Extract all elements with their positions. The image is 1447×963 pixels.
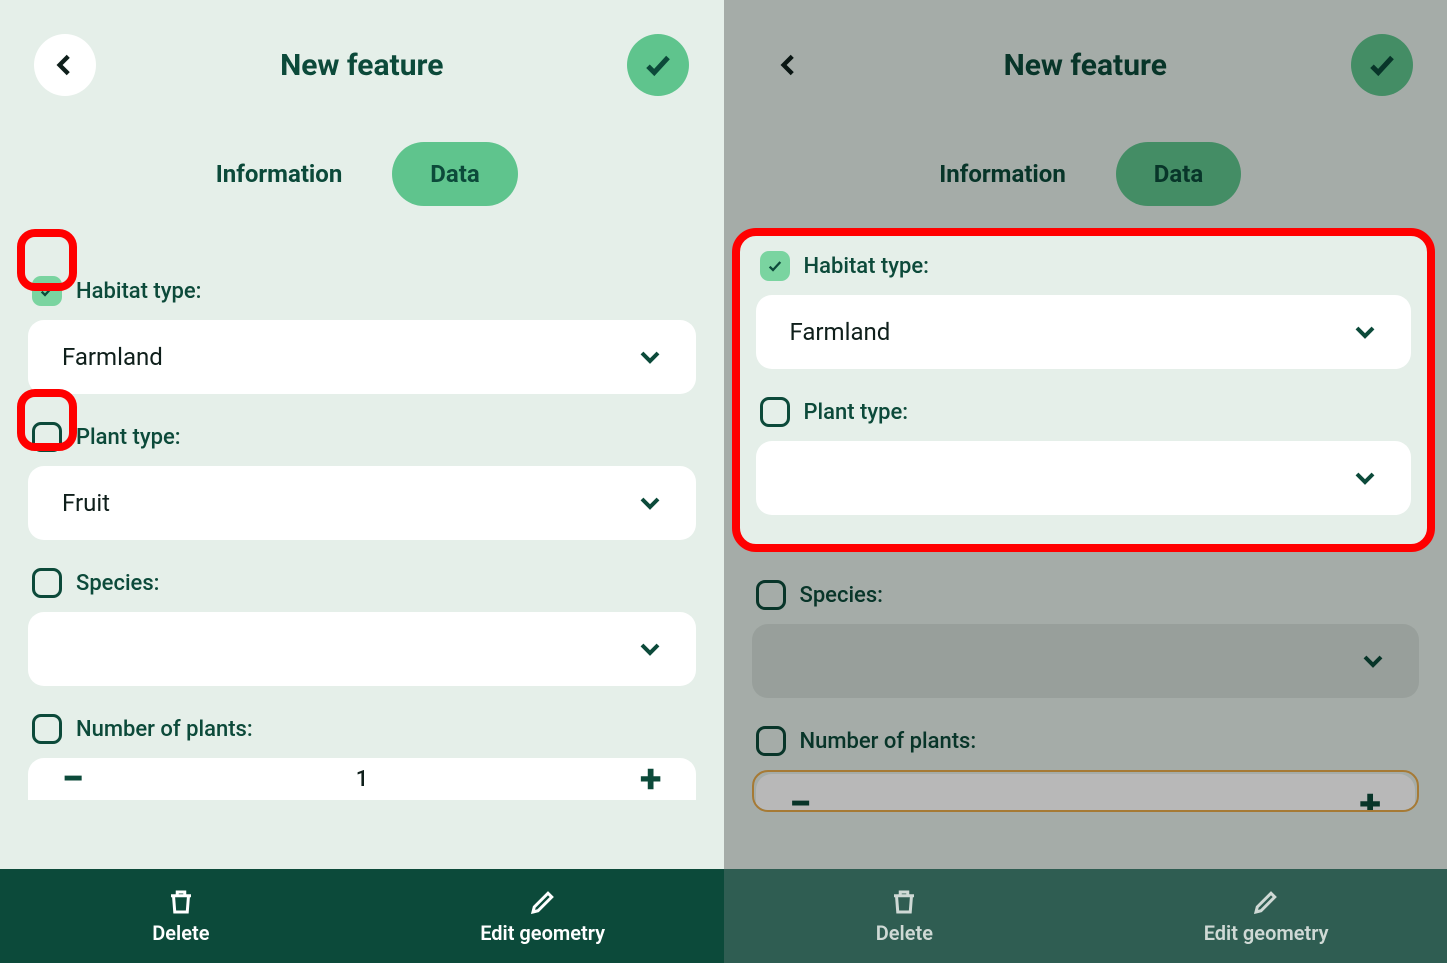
field-habitat-header: Habitat type: xyxy=(760,251,1412,281)
tab-information[interactable]: Information xyxy=(206,160,353,188)
habitat-value: Farmland xyxy=(62,343,163,371)
count-checkbox[interactable] xyxy=(756,726,786,756)
form: Habitat type: Farmland Plant type: Fruit… xyxy=(0,246,724,800)
plant-checkbox[interactable] xyxy=(32,422,62,452)
count-label: Number of plants: xyxy=(76,717,253,742)
plant-label: Plant type: xyxy=(804,400,909,425)
screenshot-right: New feature Information Data Species: Nu… xyxy=(724,0,1447,963)
habitat-label: Habitat type: xyxy=(804,254,929,279)
count-stepper: − 1 + xyxy=(28,758,696,800)
field-count-header: Number of plants: xyxy=(32,714,696,744)
bottom-bar: Delete Edit geometry xyxy=(724,869,1447,963)
habitat-select[interactable]: Farmland xyxy=(756,295,1412,369)
tab-data[interactable]: Data xyxy=(392,142,517,206)
edit-geometry-label: Edit geometry xyxy=(1204,921,1329,945)
chevron-down-icon xyxy=(638,345,662,369)
edit-geometry-button[interactable]: Edit geometry xyxy=(1085,869,1447,963)
chevron-down-icon xyxy=(1361,649,1385,673)
field-plant-header: Plant type: xyxy=(32,422,696,452)
field-species-header: Species: xyxy=(756,580,1420,610)
habitat-checkbox[interactable] xyxy=(32,276,62,306)
count-stepper: − + xyxy=(756,774,1416,812)
tabs: Information Data xyxy=(724,142,1447,206)
species-select[interactable] xyxy=(28,612,696,686)
check-icon xyxy=(1367,50,1397,80)
species-label: Species: xyxy=(76,571,159,596)
trash-icon xyxy=(889,887,919,917)
check-icon xyxy=(767,258,783,274)
header: New feature xyxy=(0,0,724,96)
trash-icon xyxy=(166,887,196,917)
chevron-down-icon xyxy=(1353,466,1377,490)
stepper-minus[interactable]: − xyxy=(62,759,84,799)
species-label: Species: xyxy=(800,583,883,608)
header: New feature xyxy=(724,0,1447,96)
tab-data[interactable]: Data xyxy=(1116,142,1241,206)
back-button[interactable] xyxy=(758,34,820,96)
delete-label: Delete xyxy=(152,921,209,945)
tabs: Information Data xyxy=(0,142,724,206)
field-species-header: Species: xyxy=(32,568,696,598)
plant-select[interactable] xyxy=(756,441,1412,515)
chevron-left-icon xyxy=(52,52,78,78)
back-button[interactable] xyxy=(34,34,96,96)
field-count-header: Number of plants: xyxy=(756,726,1420,756)
check-icon xyxy=(39,283,55,299)
page-title: New feature xyxy=(1004,48,1167,83)
chevron-down-icon xyxy=(1353,320,1377,344)
plant-checkbox[interactable] xyxy=(760,397,790,427)
chevron-down-icon xyxy=(638,637,662,661)
field-habitat-header: Habitat type: xyxy=(32,276,696,306)
check-icon xyxy=(643,50,673,80)
species-select[interactable] xyxy=(752,624,1420,698)
edit-geometry-label: Edit geometry xyxy=(480,921,605,945)
delete-button[interactable]: Delete xyxy=(0,869,362,963)
stepper-plus[interactable]: + xyxy=(1359,784,1381,812)
habitat-value: Farmland xyxy=(790,318,891,346)
habitat-checkbox[interactable] xyxy=(760,251,790,281)
pencil-icon xyxy=(1251,887,1281,917)
count-stepper-wrap: − + xyxy=(752,770,1420,812)
pencil-icon xyxy=(528,887,558,917)
plant-select[interactable]: Fruit xyxy=(28,466,696,540)
screenshot-left: New feature Information Data Habitat typ… xyxy=(0,0,724,963)
chevron-down-icon xyxy=(638,491,662,515)
stepper-plus[interactable]: + xyxy=(640,759,662,799)
plant-value: Fruit xyxy=(62,489,110,517)
field-plant-header: Plant type: xyxy=(760,397,1412,427)
count-checkbox[interactable] xyxy=(32,714,62,744)
species-checkbox[interactable] xyxy=(756,580,786,610)
species-checkbox[interactable] xyxy=(32,568,62,598)
bottom-bar: Delete Edit geometry xyxy=(0,869,724,963)
delete-label: Delete xyxy=(876,921,933,945)
chevron-left-icon xyxy=(776,52,802,78)
count-value: 1 xyxy=(356,767,369,792)
stepper-minus[interactable]: − xyxy=(790,784,812,812)
habitat-select[interactable]: Farmland xyxy=(28,320,696,394)
plant-label: Plant type: xyxy=(76,425,181,450)
spotlight-region: Habitat type: Farmland Plant type: xyxy=(738,235,1430,545)
delete-button[interactable]: Delete xyxy=(724,869,1086,963)
count-label: Number of plants: xyxy=(800,729,977,754)
edit-geometry-button[interactable]: Edit geometry xyxy=(362,869,724,963)
confirm-button[interactable] xyxy=(627,34,689,96)
confirm-button[interactable] xyxy=(1351,34,1413,96)
page-title: New feature xyxy=(280,48,443,83)
habitat-label: Habitat type: xyxy=(76,279,201,304)
tab-information[interactable]: Information xyxy=(929,160,1076,188)
